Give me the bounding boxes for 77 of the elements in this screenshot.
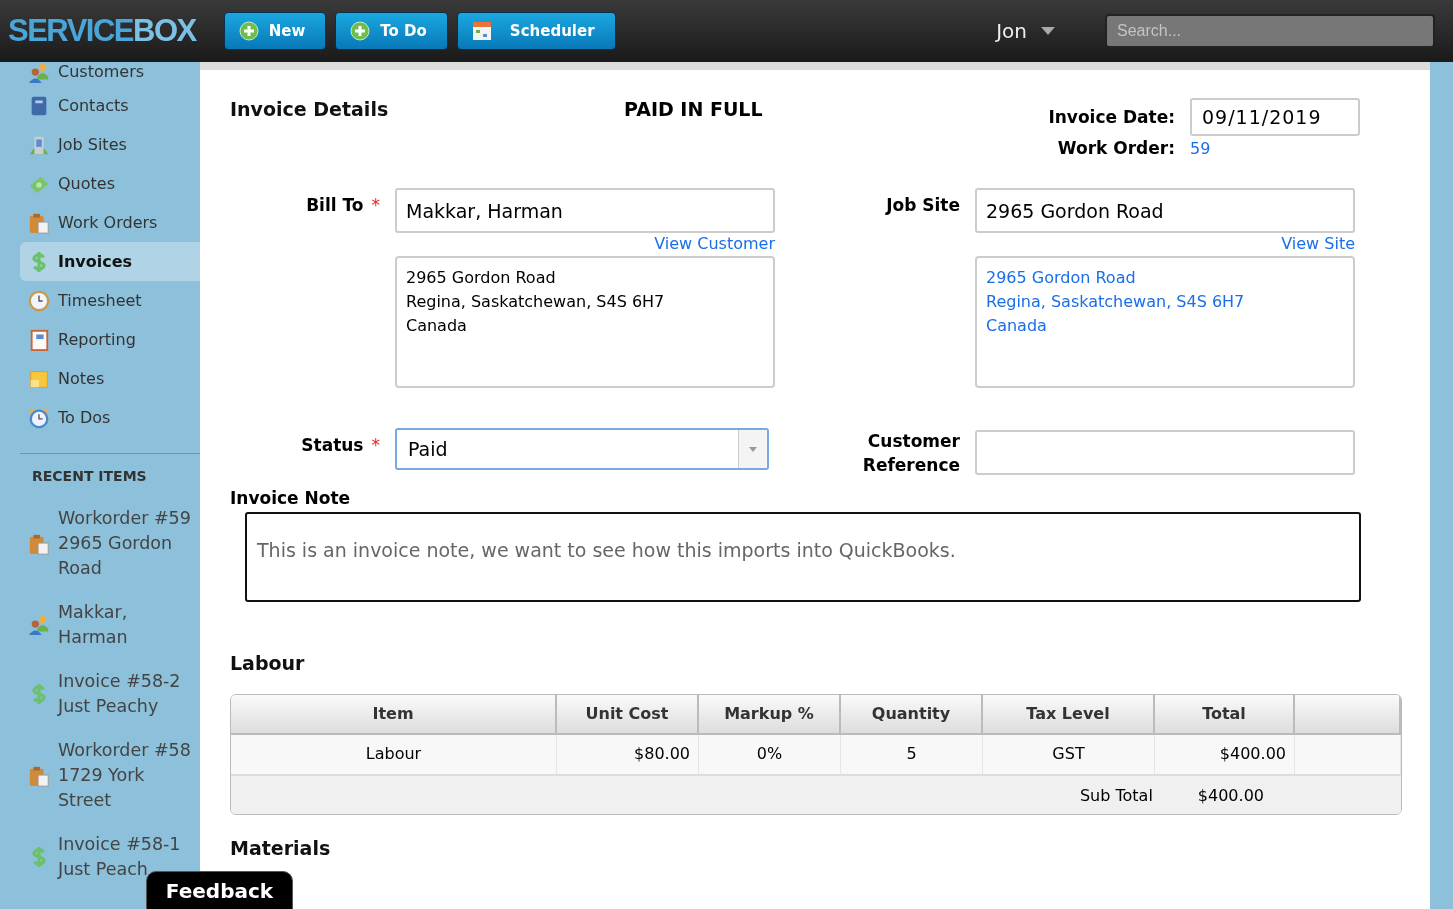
status-text: PAID IN FULL <box>624 98 763 120</box>
search-field[interactable]: Search... <box>1105 14 1435 48</box>
clipboard-icon <box>28 764 50 787</box>
address-link[interactable]: Canada <box>986 314 1344 338</box>
table-cell: GST <box>983 735 1155 776</box>
table-cell: $400.00 <box>1155 735 1295 776</box>
date-field[interactable]: 09/11/2019 <box>1190 98 1360 136</box>
caret-icon <box>749 446 757 452</box>
field-label: Status <box>301 435 364 455</box>
toolbar-button[interactable]: To Do <box>335 12 448 50</box>
field-label: Bill To <box>306 195 364 215</box>
view-site-link[interactable]: View Site <box>975 234 1355 253</box>
sidebar-item[interactable]: Contacts <box>20 86 200 125</box>
clipboard-icon <box>28 532 50 555</box>
plus-icon <box>238 21 259 41</box>
field-label: Invoice Note <box>230 488 352 508</box>
people-icon <box>28 614 50 636</box>
report-icon <box>28 328 50 351</box>
sidebar-item[interactable]: Quotes <box>20 164 200 203</box>
feedback-button[interactable]: Feedback <box>146 871 293 909</box>
table-cell: $80.00 <box>557 735 699 776</box>
subtotal-label: Sub Total <box>1079 785 1153 805</box>
address-line: 2965 Gordon Road <box>406 267 557 289</box>
sidebar-item[interactable]: Reporting <box>20 320 200 359</box>
recent-item[interactable]: Workorder #58 1729 York Street <box>20 738 200 813</box>
column-header: Markup % <box>699 695 841 735</box>
section-title: Materials <box>230 837 332 859</box>
address-line: Regina, Saskatchewan, S4S 6H7 <box>406 291 666 313</box>
clock-icon <box>28 289 50 312</box>
table-cell: 5 <box>841 735 983 776</box>
recent-item[interactable]: Makkar, Harman <box>20 600 200 650</box>
table-cell: 0% <box>699 735 841 776</box>
job-site-field[interactable]: 2965 Gordon Road <box>975 188 1355 233</box>
column-header: Tax Level <box>983 695 1155 735</box>
work-order-link[interactable]: 59 <box>1190 138 1360 158</box>
column-header: Item <box>231 695 557 735</box>
column-header: Total <box>1155 695 1295 735</box>
field-label: Work Order: <box>1056 138 1175 158</box>
field-label: Invoice Date: <box>1047 107 1175 127</box>
section-heading: RECENT ITEMS <box>31 468 148 484</box>
section-title: Labour <box>230 652 306 674</box>
field-label: Job Site <box>886 195 960 215</box>
toolbar-button[interactable]: Scheduler <box>456 12 616 50</box>
caret-icon <box>1041 27 1055 35</box>
sidebar-item[interactable]: Job Sites <box>20 125 200 164</box>
customer-reference-field[interactable] <box>975 430 1355 475</box>
sidebar-item[interactable]: To Dos <box>20 398 200 437</box>
address-link[interactable]: 2965 Gordon Road <box>986 266 1344 290</box>
plus-icon <box>350 21 371 41</box>
calendar-icon <box>471 21 492 41</box>
status-dropdown[interactable]: Paid <box>395 428 769 470</box>
sidebar-item[interactable]: Invoices <box>20 242 200 281</box>
required-mark: * <box>371 195 380 215</box>
address-line: Canada <box>406 315 468 337</box>
column-header: Quantity <box>841 695 983 735</box>
field-label: Customer Reference <box>862 430 960 477</box>
clipboard-icon <box>28 211 50 234</box>
note-field[interactable]: This is an invoice note, we want to see how this imports into QuickBooks. <box>245 512 1361 602</box>
bill-to-field[interactable]: Makkar, Harman <box>395 188 775 233</box>
sidebar-item[interactable]: Notes <box>20 359 200 398</box>
people-icon <box>28 62 50 84</box>
address-link[interactable]: Regina, Saskatchewan, S4S 6H7 <box>986 290 1344 314</box>
subtotal-value: $400.00 <box>1197 785 1264 805</box>
column-header: Unit Cost <box>557 695 699 735</box>
table-cell: Labour <box>231 735 557 776</box>
user-menu[interactable]: Jon <box>990 18 1061 44</box>
toolbar-button[interactable]: New <box>223 12 327 50</box>
view-customer-link[interactable]: View Customer <box>395 234 775 253</box>
logo: SERVICEBOX <box>8 12 196 50</box>
sidebar-item[interactable]: Work Orders <box>20 203 200 242</box>
recent-item[interactable]: Workorder #59 2965 Gordon Road <box>20 506 200 581</box>
required-mark: * <box>371 435 380 455</box>
recent-item[interactable]: Invoice #58-2 Just Peachy <box>20 669 200 719</box>
sidebar-item[interactable]: Timesheet <box>20 281 200 320</box>
sidebar-item[interactable]: Customers <box>20 62 200 86</box>
alarm-clock-icon <box>28 406 50 429</box>
section-title: Invoice Details <box>230 98 390 120</box>
